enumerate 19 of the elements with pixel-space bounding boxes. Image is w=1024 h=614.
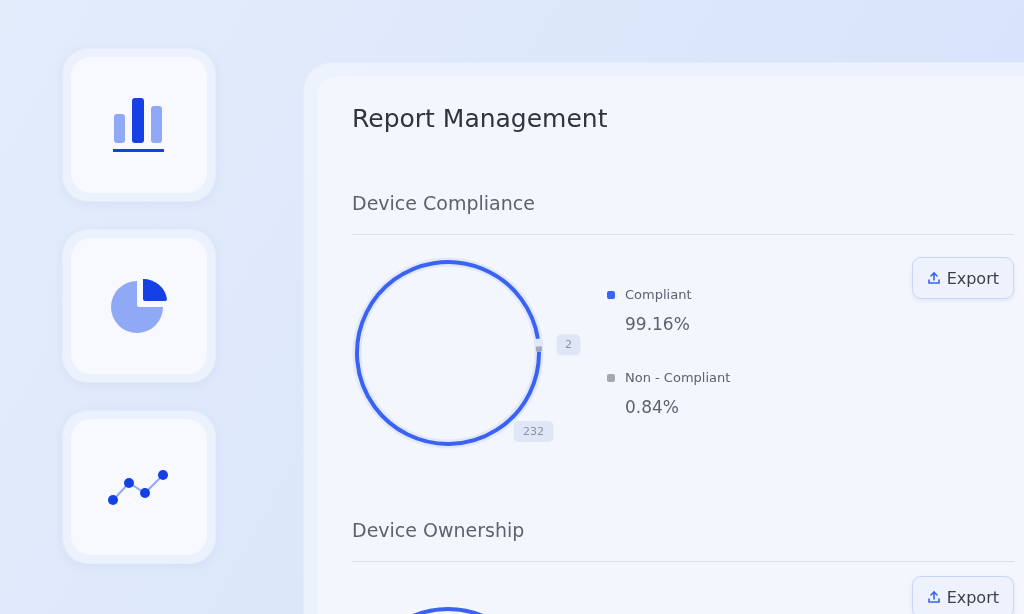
section-heading: Device Ownership <box>352 517 1014 562</box>
line-chart-icon <box>107 467 171 507</box>
chart-type-tile[interactable] <box>62 229 216 383</box>
value-label: 232 <box>513 421 554 442</box>
section-heading: Device Compliance <box>352 190 1014 235</box>
export-button[interactable]: Export <box>911 257 1014 299</box>
legend-percent: 99.16% <box>625 314 691 334</box>
bar-chart-icon <box>113 97 165 153</box>
upload-icon <box>926 590 941 604</box>
export-button[interactable]: Export <box>911 576 1014 614</box>
chart-type-tile[interactable] <box>62 48 216 202</box>
pie-chart-icon <box>110 277 168 335</box>
upload-icon <box>926 271 941 285</box>
chart-type-tile[interactable] <box>62 410 216 564</box>
legend-label: Compliant <box>625 287 692 302</box>
value-label: 2 <box>556 334 581 356</box>
legend-label: Non - Compliant <box>625 370 731 385</box>
panel-title: Report Management <box>352 103 609 135</box>
legend-percent: 0.84% <box>625 397 680 417</box>
